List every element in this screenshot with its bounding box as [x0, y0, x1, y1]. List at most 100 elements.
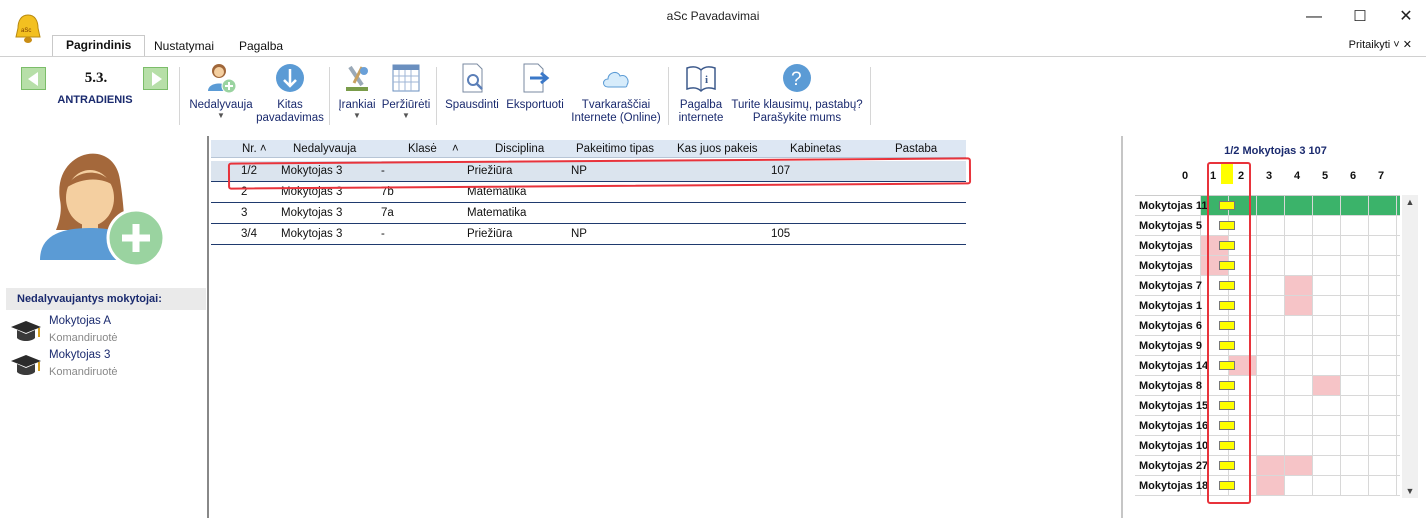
period-highlight [1207, 162, 1251, 504]
timetable-row[interactable]: Mokytojas [1135, 256, 1400, 276]
tab-pagrindinis[interactable]: Pagrindinis [52, 35, 146, 57]
timetable-row[interactable]: Mokytojas 15 [1135, 396, 1400, 416]
col-header-note[interactable]: Pastaba [895, 143, 937, 155]
teacher-timetable: Mokytojas 11 Mokytojas 5 Mokytojas Mokytoja… [1135, 195, 1400, 496]
ribbon-separator [179, 67, 180, 125]
col-header-room[interactable]: Kabinetas [790, 143, 841, 155]
grid-line [1312, 316, 1313, 335]
col-header-who[interactable]: Kas juos pakeis [677, 143, 758, 155]
timetable-row[interactable]: Mokytojas 27 [1135, 456, 1400, 476]
timetable-row[interactable]: Mokytojas 9 [1135, 336, 1400, 356]
col-header-absent[interactable]: Nedalyvauja [293, 143, 356, 155]
grid-line [1396, 216, 1397, 235]
col-header-class[interactable]: Klasė [408, 143, 437, 155]
busy-cell[interactable] [1256, 476, 1284, 495]
grid-line [1340, 476, 1341, 495]
online-timetables-button[interactable]: Tvarkaraščiai Internete (Online) [568, 61, 664, 125]
timetable-row[interactable]: Mokytojas 16 [1135, 416, 1400, 436]
grid-line [1312, 296, 1313, 315]
window-title: aSc Pavadavimai [666, 9, 760, 23]
timetable-row[interactable]: Mokytojas 10 [1135, 436, 1400, 456]
grid-line [1256, 396, 1257, 415]
grid-line [1284, 216, 1285, 235]
grid-line [1284, 336, 1285, 355]
grid-line [1312, 416, 1313, 435]
graduation-cap-icon [11, 321, 41, 341]
grid-line [1284, 276, 1285, 295]
absent-teachers-header: Nedalyvaujantys mokytojai: [6, 288, 206, 310]
busy-cell[interactable] [1284, 456, 1312, 475]
help-online-button[interactable]: i Pagalba internete [672, 61, 730, 125]
grid-line [1396, 356, 1397, 375]
next-day-button[interactable] [143, 67, 168, 90]
timetable-row[interactable]: Mokytojas 6 [1135, 316, 1400, 336]
lesson-title: 1/2 Mokytojas 3 107 [1224, 145, 1327, 157]
customize-menu[interactable]: Pritaikyti ˅ ✕ [1349, 38, 1412, 51]
grid-line [1368, 236, 1369, 255]
tab-nustatymai[interactable]: Nustatymai [141, 37, 227, 57]
scroll-down-arrow[interactable]: ▼ [1405, 486, 1415, 496]
period-header: 6 [1349, 170, 1357, 182]
cell-class: - [381, 228, 385, 240]
grid-line [1340, 376, 1341, 395]
scroll-up-arrow[interactable]: ▲ [1405, 197, 1415, 207]
timetable-row[interactable]: Mokytojas 5 [1135, 216, 1400, 236]
grid-line [1340, 356, 1341, 375]
grid-line [1340, 256, 1341, 275]
grid-line [1256, 236, 1257, 255]
chevron-down-icon: ▼ [353, 111, 361, 120]
date-day: ANTRADIENIS [57, 94, 133, 106]
grid-view-icon [389, 61, 423, 95]
ribbon: 5.3. ANTRADIENIS Nedalyvauja ▼ Kitas pav… [0, 57, 1426, 136]
absent-teacher-item[interactable]: Mokytojas 3 Komandiruotė [10, 349, 200, 383]
busy-cell[interactable] [1312, 376, 1340, 395]
timetable-row[interactable]: Mokytojas 8 [1135, 376, 1400, 396]
prev-day-button[interactable] [21, 67, 46, 90]
sort-asc-icon[interactable]: ˄ [452, 143, 459, 155]
busy-cell[interactable] [1284, 296, 1312, 315]
grid-line [1396, 256, 1397, 275]
timetable-row[interactable]: Mokytojas 1 [1135, 296, 1400, 316]
maximize-button[interactable]: ☐ [1340, 4, 1380, 30]
chevron-down-icon: ▼ [402, 111, 410, 120]
timetable-teacher-name: Mokytojas [1139, 240, 1193, 252]
export-button[interactable]: Eksportuoti [502, 61, 568, 112]
timetable-row[interactable]: Mokytojas [1135, 236, 1400, 256]
close-button[interactable]: ✕ [1386, 4, 1426, 30]
questions-button[interactable]: ? Turite klausimų, pastabų? Parašykite m… [730, 61, 864, 125]
timetable-row[interactable]: Mokytojas 14 [1135, 356, 1400, 376]
timetable-teacher-name: Mokytojas 18 [1139, 480, 1209, 492]
col-header-discipline[interactable]: Disciplina [495, 143, 544, 155]
tools-icon [340, 61, 374, 95]
tools-button[interactable]: Įrankiai ▼ [334, 61, 380, 120]
other-substitution-button[interactable]: Kitas pavadavimas [256, 61, 324, 125]
period-header: 4 [1293, 170, 1301, 182]
grid-line [1312, 456, 1313, 475]
busy-cell[interactable] [1284, 276, 1312, 295]
questions-label: Turite klausimų, pastabų? Parašykite mum… [731, 99, 863, 124]
tab-pagalba[interactable]: Pagalba [226, 37, 296, 57]
chevron-down-icon: ▼ [217, 111, 225, 120]
timetable-row[interactable]: Mokytojas 18 [1135, 476, 1400, 496]
absent-teacher-item[interactable]: Mokytojas A Komandiruotė [10, 315, 200, 349]
absent-button[interactable]: Nedalyvauja ▼ [186, 61, 256, 120]
grid-line [1340, 236, 1341, 255]
table-row[interactable]: 3 Mokytojas 3 7a Matematika [211, 203, 966, 224]
arrow-down-circle-icon [273, 61, 307, 95]
table-row[interactable]: 3/4 Mokytojas 3 - Priežiūra NP 105 [211, 224, 966, 245]
grid-line [1284, 436, 1285, 455]
print-button[interactable]: Spausdinti [442, 61, 502, 112]
col-header-type[interactable]: Pakeitimo tipas [576, 143, 654, 155]
view-button[interactable]: Peržiūrėti ▼ [380, 61, 432, 120]
grid-line [1368, 216, 1369, 235]
minimize-button[interactable]: — [1294, 4, 1334, 30]
print-label: Spausdinti [445, 99, 499, 111]
grid-line [1340, 296, 1341, 315]
timetable-row[interactable]: Mokytojas 11 [1135, 196, 1400, 216]
cell-room: 105 [771, 228, 791, 240]
col-header-nr[interactable]: Nr. ˄ [242, 143, 267, 155]
grid-line [1340, 416, 1341, 435]
timetable-scrollbar[interactable]: ▲ ▼ [1402, 195, 1418, 498]
busy-cell[interactable] [1256, 456, 1284, 475]
timetable-row[interactable]: Mokytojas 7 [1135, 276, 1400, 296]
